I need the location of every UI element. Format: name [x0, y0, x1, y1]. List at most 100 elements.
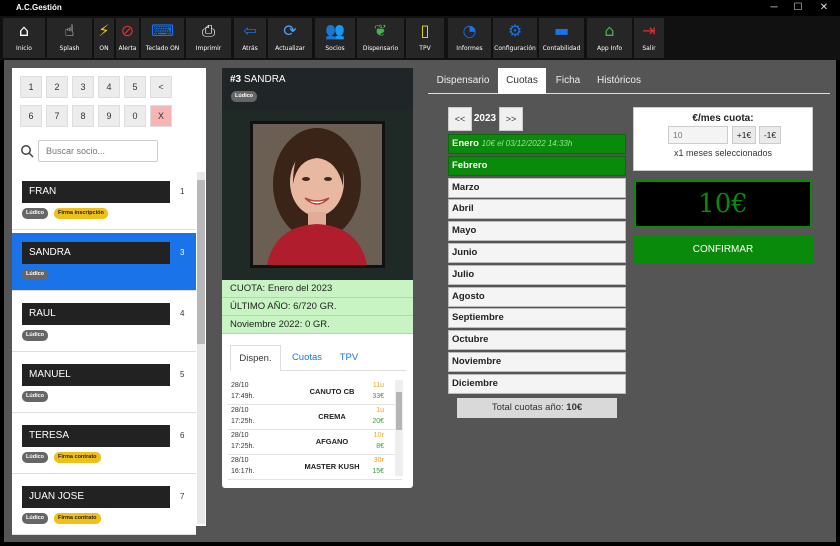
- profile-title: #3 SANDRA: [230, 74, 286, 85]
- month-agosto[interactable]: Agosto: [448, 286, 626, 307]
- member-number: 4: [180, 309, 185, 318]
- numpad-key-7[interactable]: 7: [46, 105, 68, 127]
- profile-badge: Lúdico: [231, 91, 258, 102]
- sale-row[interactable]: 28/10 17:25h. CREMA 1u 20€: [228, 405, 402, 430]
- tab-ficha[interactable]: Ficha: [550, 68, 586, 94]
- sale-time: 17:25h.: [231, 443, 255, 450]
- toolbar-button-app-info[interactable]: ⌂ App Info: [587, 18, 632, 58]
- printer-icon: ⎙: [202, 21, 215, 40]
- numpad-key-4[interactable]: 4: [98, 76, 120, 98]
- toolbar-button-atr-s[interactable]: ⇦ Atrás: [234, 18, 266, 58]
- cuota-info: CUOTA: Enero del 2023: [222, 280, 413, 298]
- toolbar-button-inicio[interactable]: ⌂ Inicio: [3, 18, 45, 58]
- toolbar-button-informes[interactable]: ◔ Informes: [448, 18, 491, 58]
- toolbar-button-imprimir[interactable]: ⎙ Imprimir: [186, 18, 231, 58]
- toolbar-button-contabilidad[interactable]: ▬ Contabilidad: [539, 18, 584, 58]
- member-name: RAUL: [22, 303, 170, 325]
- toolbar-button-actualizar[interactable]: ⟳ Actualizar: [268, 18, 312, 58]
- toolbar-button-dispensario[interactable]: ❦ Dispensario: [357, 18, 404, 58]
- toolbar-button-splash[interactable]: ☝ Splash: [47, 18, 92, 58]
- month-mayo[interactable]: Mayo: [448, 221, 626, 242]
- scroll-thumb[interactable]: [197, 180, 205, 344]
- toolbar-label: Splash: [59, 45, 80, 52]
- sale-time: 17:25h.: [231, 418, 255, 425]
- payment-note: 10€ el 03/12/2022 14:33h: [481, 139, 573, 148]
- member-number: 7: [180, 492, 185, 501]
- tab-historicos[interactable]: Históricos: [590, 68, 648, 94]
- toolbar-button-alerta[interactable]: ⊘ Alerta: [116, 18, 139, 58]
- months-selected-text: x1 meses seleccionados: [673, 148, 773, 158]
- toolbar-button-socios[interactable]: 👥 Socios: [315, 18, 355, 58]
- toolbar-label: Imprimir: [195, 45, 222, 52]
- sales-scroll-thumb[interactable]: [396, 392, 402, 430]
- clear-key[interactable]: X: [150, 105, 172, 127]
- member-item[interactable]: SANDRA 3 Lúdico: [12, 233, 196, 291]
- toolbar-label: Actualizar: [275, 45, 305, 52]
- year-total-label: Total cuotas año:: [491, 402, 564, 413]
- status-badge: Firma inscripción: [54, 208, 108, 219]
- month-diciembre[interactable]: Diciembre: [448, 373, 626, 394]
- tab-dispensario[interactable]: Dispensario: [432, 68, 494, 94]
- month-abril[interactable]: Abril: [448, 199, 626, 220]
- subtab-fees[interactable]: Cuotas: [284, 345, 330, 371]
- numpad-key-1[interactable]: 1: [20, 76, 42, 98]
- backspace-key[interactable]: <: [150, 76, 172, 98]
- month-noviembre[interactable]: Noviembre: [448, 352, 626, 372]
- month-junio[interactable]: Junio: [448, 243, 626, 263]
- next-year-button[interactable]: >>: [499, 107, 523, 131]
- numpad-key-2[interactable]: 2: [46, 76, 68, 98]
- member-list-scrollbar[interactable]: [197, 172, 205, 524]
- month-febrero[interactable]: Febrero: [448, 155, 626, 176]
- subtab-dispensed[interactable]: Dispen.: [230, 345, 281, 371]
- toolbar-button-on[interactable]: ⚡ ON: [94, 18, 114, 58]
- sales-scrollbar[interactable]: [395, 380, 403, 476]
- month-name: Noviembre: [452, 356, 502, 367]
- member-number: 1: [180, 187, 185, 196]
- month-octubre[interactable]: Octubre: [448, 330, 626, 351]
- fee-amount-input[interactable]: 10: [668, 126, 728, 144]
- confirm-button[interactable]: CONFIRMAR: [633, 236, 813, 264]
- toolbar-button-tpv[interactable]: ▯ TPV: [406, 18, 444, 58]
- member-name: SANDRA: [22, 242, 170, 264]
- toolbar-button-salir[interactable]: ⇥ Salir: [634, 18, 664, 58]
- sale-row[interactable]: 28/10 16:17h. MASTER KUSH 30г 15€: [228, 455, 402, 480]
- leaf-icon: ❦: [373, 21, 388, 40]
- sale-quantity: 10г: [373, 432, 384, 439]
- search-input[interactable]: Buscar socio...: [38, 140, 158, 162]
- numpad-key-8[interactable]: 8: [72, 105, 94, 127]
- numpad-key-0[interactable]: 0: [124, 105, 146, 127]
- decrease-fee-button[interactable]: -1€: [759, 126, 781, 144]
- numpad-key-5[interactable]: 5: [124, 76, 146, 98]
- month-julio[interactable]: Julio: [448, 264, 626, 285]
- member-item[interactable]: JUAN JOSE 7 Lúdico Firma contrato: [12, 477, 196, 535]
- previous-year-button[interactable]: <<: [448, 107, 472, 131]
- year-label: 2023: [473, 113, 497, 124]
- close-button[interactable]: ✕: [812, 0, 836, 16]
- numpad-key-6[interactable]: 6: [20, 105, 42, 127]
- numpad-key-3[interactable]: 3: [72, 76, 94, 98]
- increase-fee-button[interactable]: +1€: [732, 126, 756, 144]
- users-icon: 👥: [325, 21, 345, 40]
- member-item[interactable]: FRAN 1 Lúdico Firma inscripción: [12, 172, 196, 230]
- tab-cuotas[interactable]: Cuotas: [498, 68, 546, 94]
- toolbar-button-teclado-on[interactable]: ⌨ Teclado ON: [141, 18, 184, 58]
- sale-row[interactable]: 28/10 17:25h. AFGANO 10г 8€: [228, 430, 402, 455]
- month-septiembre[interactable]: Septiembre: [448, 308, 626, 329]
- toolbar-label: Socios: [325, 45, 345, 52]
- ludico-badge: Lúdico: [22, 330, 49, 341]
- month-enero[interactable]: Enero 10€ el 03/12/2022 14:33h: [448, 134, 626, 154]
- minimize-button[interactable]: ─: [762, 0, 786, 16]
- lightning-icon: ⚡: [98, 21, 110, 40]
- member-item[interactable]: MANUEL 5 Lúdico: [12, 355, 196, 413]
- toolbar-button-configuraci-n[interactable]: ⚙ Configuración: [493, 18, 537, 58]
- member-item[interactable]: RAUL 4 Lúdico: [12, 294, 196, 352]
- month-marzo[interactable]: Marzo: [448, 177, 626, 198]
- hand-pointer-icon: ☝: [64, 21, 75, 40]
- sale-row[interactable]: 28/10 17:49h. CANUTO CB 11u 33€: [228, 380, 402, 405]
- subtab-tpv[interactable]: TPV: [333, 345, 365, 371]
- member-number: 6: [180, 431, 185, 440]
- numpad-key-9[interactable]: 9: [98, 105, 120, 127]
- sale-time: 16:17h.: [231, 468, 255, 475]
- member-item[interactable]: TERESA 6 Lúdico Firma contrato: [12, 416, 196, 474]
- maximize-button[interactable]: ☐: [786, 0, 810, 16]
